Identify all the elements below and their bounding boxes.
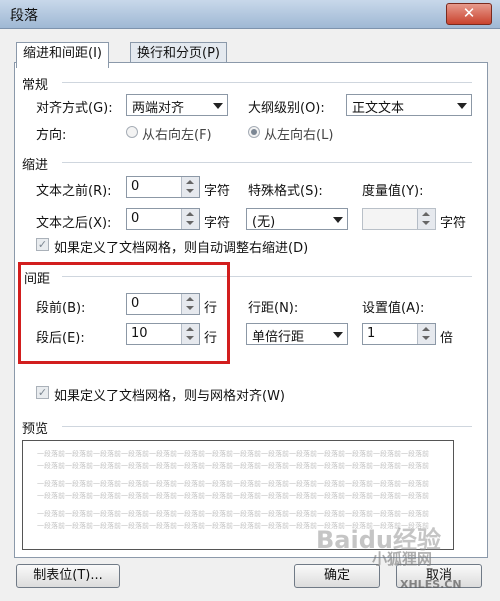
ok-button[interactable]: 确定 bbox=[294, 564, 380, 588]
indent-after-stepper[interactable]: 0 bbox=[126, 208, 200, 230]
site-watermark: 小狐狸网 bbox=[372, 550, 433, 568]
arrow-down-icon bbox=[422, 336, 430, 340]
measure-label: 度量值(Y): bbox=[362, 184, 424, 199]
special-format-value: (无) bbox=[252, 215, 276, 230]
setting-value-value: 1 bbox=[367, 326, 376, 341]
tabs-button[interactable]: 制表位(T)... bbox=[16, 564, 120, 588]
chevron-down-icon bbox=[457, 103, 467, 109]
special-format-select[interactable]: (无) bbox=[246, 208, 348, 230]
indent-before-stepper[interactable]: 0 bbox=[126, 176, 200, 198]
tab-indent-spacing[interactable]: 缩进和间距(I) bbox=[16, 42, 109, 68]
general-section-title: 常规 bbox=[22, 78, 49, 93]
measure-unit: 字符 bbox=[440, 216, 467, 231]
snap-grid-label: 如果定义了文档网格，则与网格对齐(W) bbox=[54, 389, 285, 404]
alignment-select[interactable]: 两端对齐 bbox=[126, 94, 228, 116]
snap-grid-checkbox[interactable]: ✓ bbox=[36, 386, 49, 399]
ltr-label: 从左向右(L) bbox=[264, 128, 334, 143]
red-highlight-box bbox=[18, 262, 230, 364]
general-divider bbox=[62, 82, 472, 83]
stepper-buttons[interactable] bbox=[181, 177, 199, 197]
indent-before-label: 文本之前(R): bbox=[36, 184, 112, 199]
arrow-up-icon bbox=[422, 327, 430, 331]
indent-before-value: 0 bbox=[131, 179, 140, 194]
indent-after-label: 文本之后(X): bbox=[36, 216, 112, 231]
arrow-down-icon bbox=[422, 221, 430, 225]
indent-after-value: 0 bbox=[131, 211, 140, 226]
close-icon: ✕ bbox=[462, 4, 476, 22]
arrow-down-icon bbox=[186, 221, 194, 225]
preview-line: 一段落前一段落前一段落前一段落前一段落前一段落前一段落前一段落前一段落前一段落前… bbox=[37, 450, 429, 458]
preview-section-title: 预览 bbox=[22, 422, 49, 437]
dialog-title: 段落 bbox=[10, 8, 38, 24]
preview-line: 一段落前一段落前一段落前一段落前一段落前一段落前一段落前一段落前一段落前一段落前… bbox=[37, 480, 429, 488]
ltr-radio[interactable] bbox=[248, 126, 260, 138]
arrow-up-icon bbox=[186, 180, 194, 184]
rtl-label: 从右向左(F) bbox=[142, 128, 212, 143]
chevron-down-icon bbox=[333, 217, 343, 223]
preview-line: 一段落前一段落前一段落前一段落前一段落前一段落前一段落前一段落前一段落前一段落前… bbox=[37, 462, 429, 470]
preview-line: 一段落前一段落前一段落前一段落前一段落前一段落前一段落前一段落前一段落前一段落前… bbox=[37, 492, 429, 500]
setting-value-stepper[interactable]: 1 bbox=[362, 323, 436, 345]
indent-section-title: 缩进 bbox=[22, 158, 49, 173]
indent-divider bbox=[62, 162, 472, 163]
rtl-radio[interactable] bbox=[126, 126, 138, 138]
preview-line: 一段落前一段落前一段落前一段落前一段落前一段落前一段落前一段落前一段落前一段落前… bbox=[37, 510, 429, 518]
arrow-up-icon bbox=[422, 212, 430, 216]
preview-divider bbox=[62, 426, 472, 427]
close-button[interactable]: ✕ bbox=[446, 3, 492, 25]
setting-value-label: 设置值(A): bbox=[362, 301, 425, 316]
auto-adjust-label: 如果定义了文档网格，则自动调整右缩进(D) bbox=[54, 241, 309, 256]
outline-level-label: 大纲级别(O): bbox=[248, 101, 325, 116]
special-format-label: 特殊格式(S): bbox=[248, 184, 323, 199]
outline-level-select[interactable]: 正文文本 bbox=[346, 94, 472, 116]
outline-level-value: 正文文本 bbox=[352, 101, 405, 116]
arrow-up-icon bbox=[186, 212, 194, 216]
setting-value-unit: 倍 bbox=[440, 331, 454, 346]
alignment-value: 两端对齐 bbox=[132, 101, 185, 116]
paragraph-dialog: 段落 ✕ 缩进和间距(I) 换行和分页(P) 常规 对齐方式(G): 两端对齐 … bbox=[0, 0, 500, 601]
stepper-buttons[interactable] bbox=[181, 209, 199, 229]
stepper-buttons[interactable] bbox=[417, 209, 435, 229]
stepper-buttons[interactable] bbox=[417, 324, 435, 344]
chevron-down-icon bbox=[333, 332, 343, 338]
measure-stepper[interactable] bbox=[362, 208, 436, 230]
indent-before-unit: 字符 bbox=[204, 184, 231, 199]
title-bar[interactable]: 段落 ✕ bbox=[0, 0, 500, 29]
line-spacing-select[interactable]: 单倍行距 bbox=[246, 323, 348, 345]
direction-label: 方向: bbox=[36, 128, 67, 143]
chevron-down-icon bbox=[213, 103, 223, 109]
alignment-label: 对齐方式(G): bbox=[36, 101, 113, 116]
site-watermark-url: XHLES.CN bbox=[400, 578, 462, 591]
auto-adjust-checkbox[interactable]: ✓ bbox=[36, 238, 49, 251]
arrow-down-icon bbox=[186, 189, 194, 193]
indent-after-unit: 字符 bbox=[204, 216, 231, 231]
line-spacing-value: 单倍行距 bbox=[252, 330, 305, 345]
line-spacing-label: 行距(N): bbox=[248, 301, 299, 316]
